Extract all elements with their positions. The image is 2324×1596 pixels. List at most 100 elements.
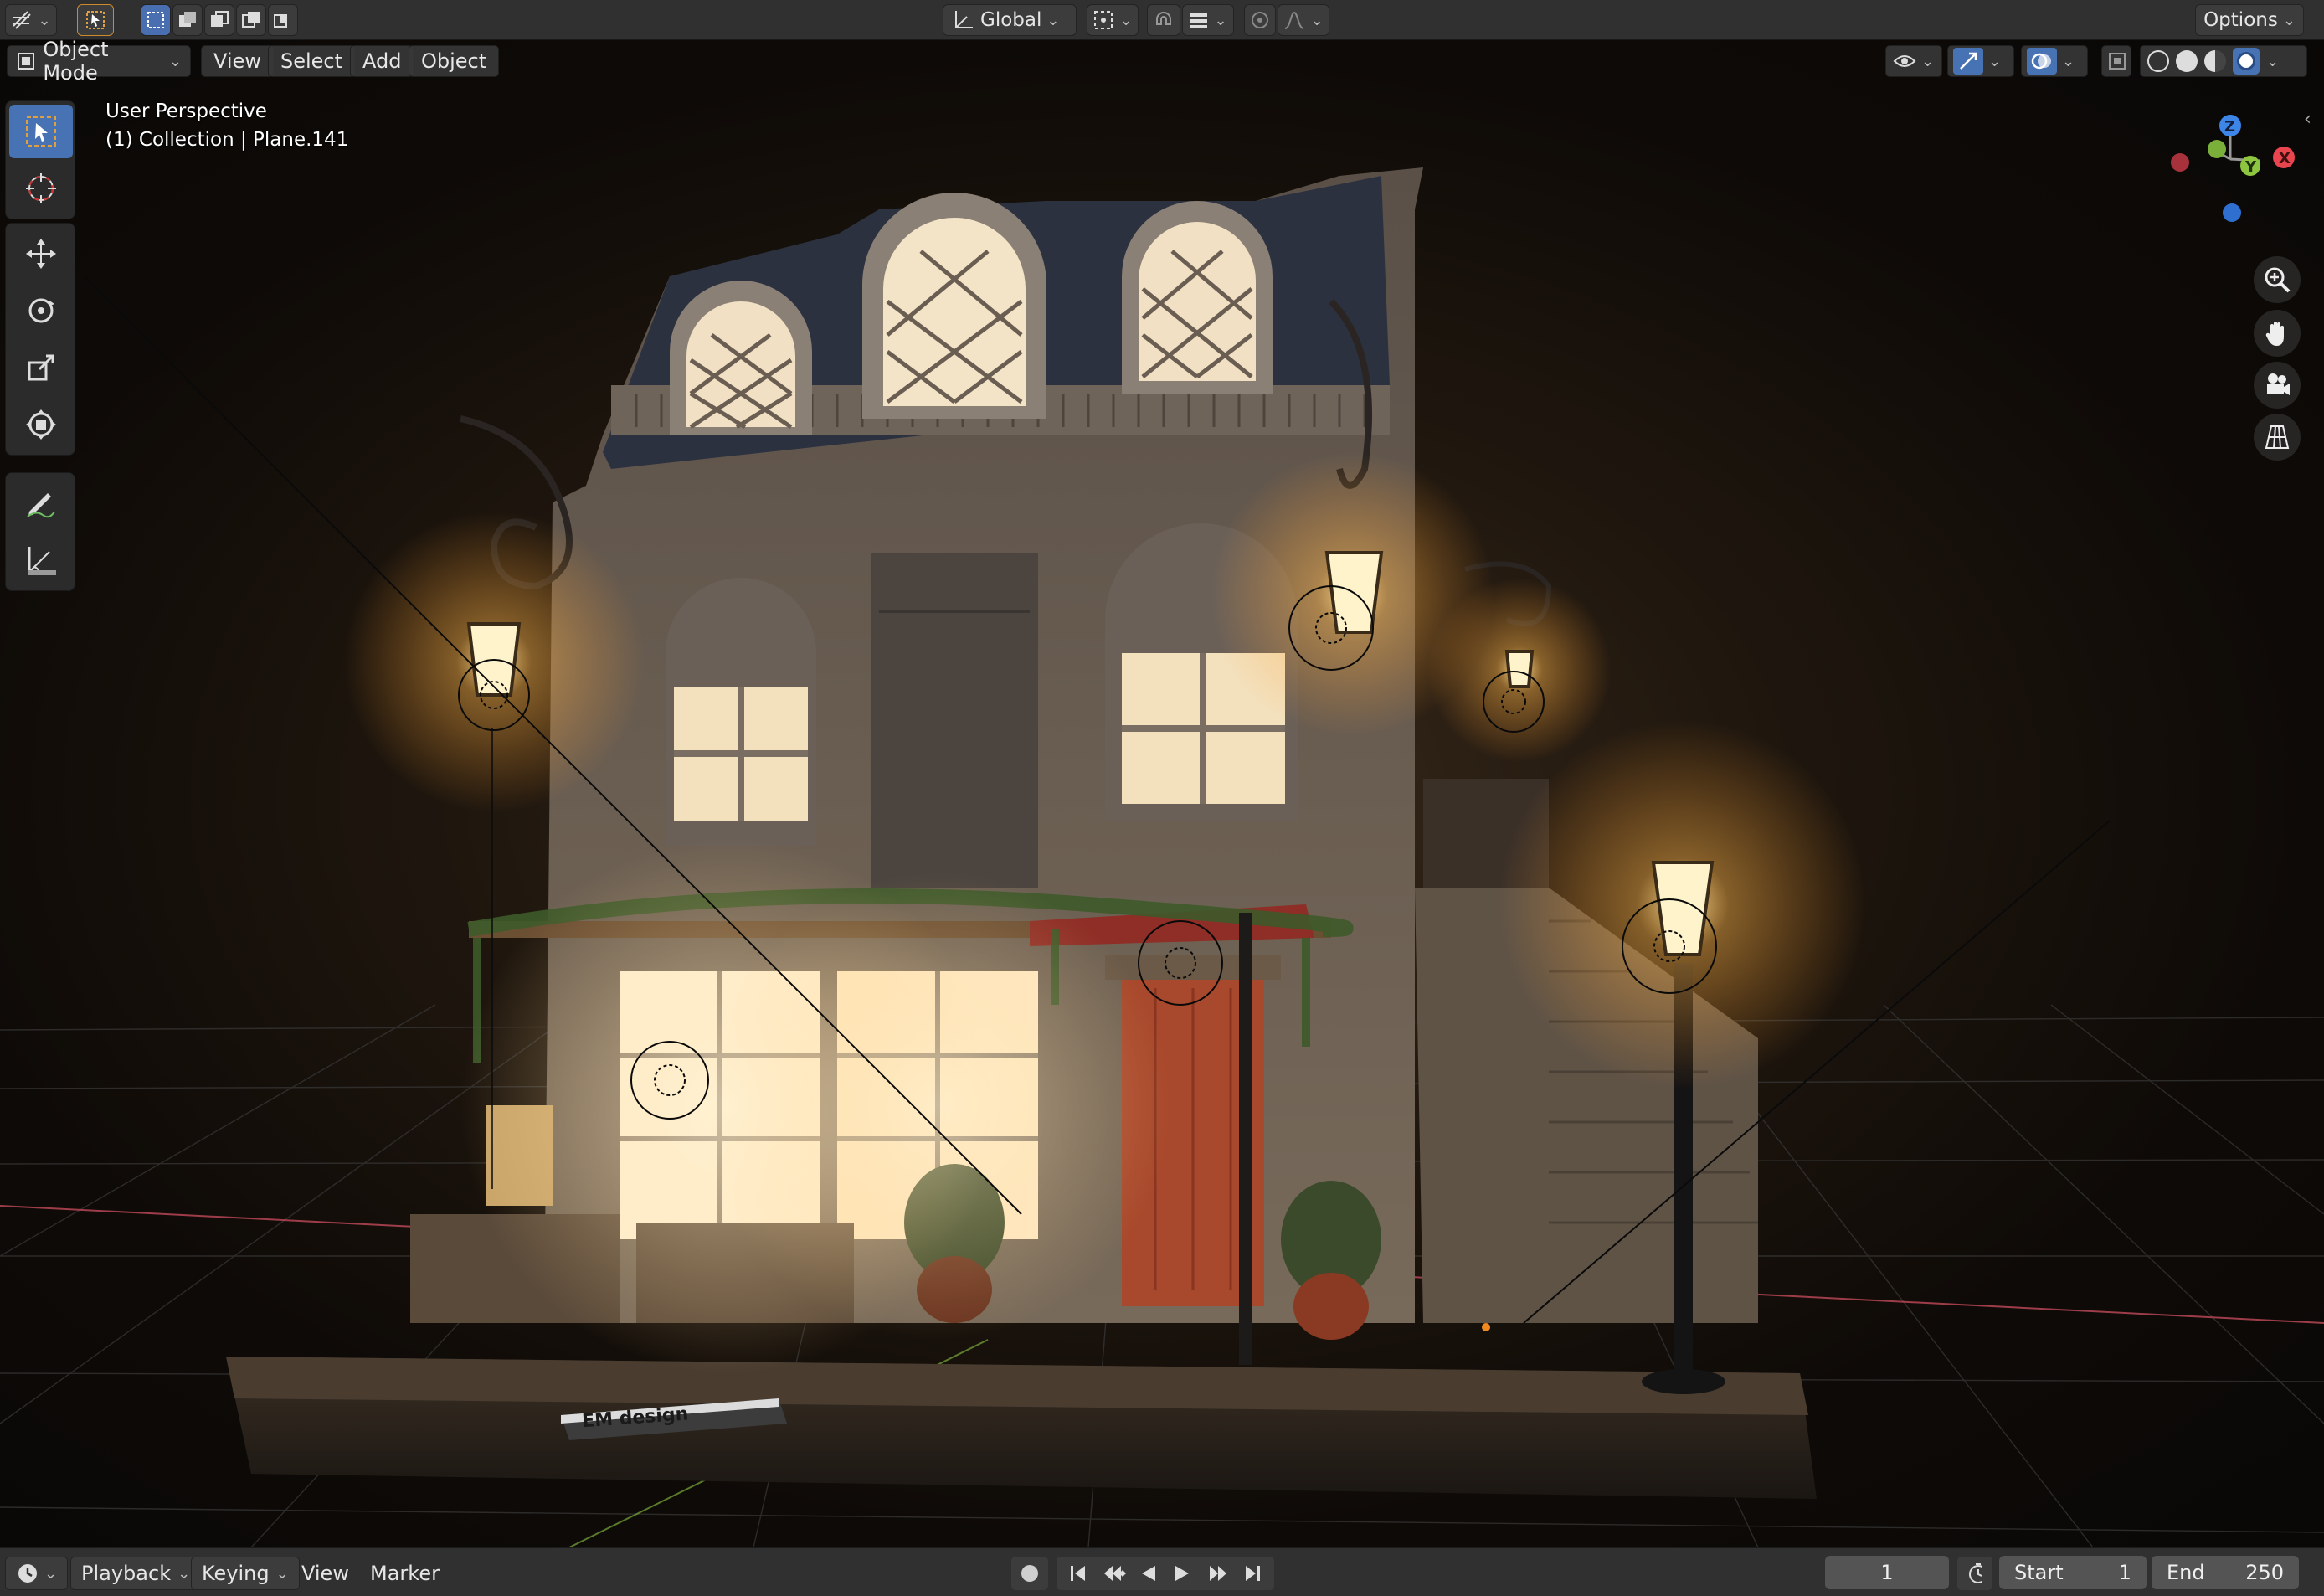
next-keyframe-icon[interactable]	[1205, 1563, 1230, 1583]
zoom-button[interactable]	[2254, 256, 2301, 303]
select-new-button[interactable]	[141, 4, 171, 36]
move-tool[interactable]	[9, 227, 73, 281]
visibility-dropdown[interactable]: ⌄	[1885, 45, 1942, 77]
menu-view[interactable]: View	[201, 45, 274, 77]
transform-orientation-label: Global	[980, 9, 1042, 31]
eye-icon	[1893, 55, 1916, 67]
navigation-gizmo[interactable]: Z X Y	[2160, 99, 2311, 224]
current-frame-field[interactable]: 1	[1825, 1556, 1949, 1589]
orientation-axes-icon	[955, 11, 973, 28]
mode-dropdown[interactable]: Object Mode ⌄	[7, 40, 191, 85]
menu-object[interactable]: Object	[409, 45, 500, 77]
annotate-tool[interactable]	[9, 476, 73, 530]
end-frame-field[interactable]: End 250	[2152, 1556, 2299, 1589]
select-mode-button[interactable]	[77, 4, 114, 36]
select-intersect-button[interactable]	[268, 4, 298, 36]
select-difference-button[interactable]	[236, 4, 266, 36]
wireframe-shading-icon[interactable]	[2147, 50, 2169, 72]
select-box-icon	[26, 116, 56, 147]
lamp-post-left	[1239, 913, 1252, 1365]
rendered-shading-icon[interactable]	[2233, 48, 2260, 75]
keying-label: Keying	[202, 1562, 270, 1585]
play-icon[interactable]	[1172, 1563, 1192, 1583]
rotate-tool[interactable]	[9, 284, 73, 337]
snap-toggle[interactable]	[1147, 4, 1180, 36]
marker-menu[interactable]: Marker	[360, 1557, 450, 1590]
solid-shading-icon[interactable]	[2176, 50, 2198, 72]
render-scene[interactable]: EM design	[0, 40, 2324, 1547]
transform-icon	[26, 409, 56, 440]
chevron-down-icon: ⌄	[1310, 11, 1324, 29]
chevron-down-icon: ⌄	[38, 11, 51, 29]
chevron-down-icon: ⌄	[1046, 11, 1060, 29]
view-name-label: User Perspective	[105, 100, 267, 122]
scale-tool[interactable]	[9, 341, 73, 394]
start-value: 1	[2118, 1561, 2131, 1584]
pivot-point-dropdown[interactable]: ⌄	[1087, 4, 1139, 36]
play-reverse-icon[interactable]	[1139, 1563, 1159, 1583]
camera-view-button[interactable]	[2254, 362, 2301, 409]
playback-controls	[1057, 1557, 1274, 1590]
chevron-down-icon: ⌄	[177, 1564, 191, 1583]
object-mode-icon	[18, 53, 34, 70]
proportional-falloff-dropdown[interactable]: ⌄	[1278, 4, 1329, 36]
gizmo-neg-y	[2208, 140, 2226, 158]
transform-orientation-dropdown[interactable]: Global ⌄	[943, 4, 1077, 36]
move-arrows-icon	[26, 239, 56, 269]
ortho-toggle-button[interactable]	[2254, 414, 2301, 461]
chevron-down-icon: ⌄	[2282, 11, 2296, 29]
menu-add[interactable]: Add	[350, 45, 414, 77]
zoom-icon	[2265, 267, 2291, 293]
chevron-down-icon: ⌄	[1921, 52, 1935, 70]
magnet-icon	[1156, 12, 1171, 25]
auto-keying-button[interactable]	[1011, 1557, 1048, 1590]
gizmo-neg-z	[2223, 203, 2241, 222]
select-extend-button[interactable]	[172, 4, 203, 36]
cursor-tool[interactable]	[9, 162, 73, 215]
3d-viewport[interactable]: EM design User Perspective (1) Collectio…	[0, 40, 2324, 1547]
grid-ortho-icon	[2265, 425, 2290, 449]
gizmo-x-label: X	[2279, 150, 2291, 167]
gizmo-toggle[interactable]: ⌄	[1947, 45, 2014, 77]
snap-target-dropdown[interactable]: ⌄	[1182, 4, 1234, 36]
overlays-toggle[interactable]: ⌄	[2021, 45, 2088, 77]
end-label: End	[2167, 1561, 2205, 1584]
collection-info-label: (1) Collection | Plane.141	[105, 129, 349, 151]
start-frame-field[interactable]: Start 1	[1999, 1556, 2147, 1589]
chevron-down-icon: ⌄	[2062, 52, 2075, 70]
timeline-view-menu[interactable]: View	[291, 1557, 359, 1590]
prev-keyframe-icon[interactable]	[1101, 1563, 1126, 1583]
editor-type-button[interactable]: ⌄	[5, 4, 57, 36]
chevron-down-icon: ⌄	[44, 1564, 58, 1583]
playback-menu[interactable]: Playback ⌄	[70, 1557, 202, 1590]
top-header: ⌄ Global ⌄ ⌄ ⌄ ⌄ Options ⌄	[0, 0, 2324, 40]
jump-start-icon[interactable]	[1068, 1563, 1088, 1583]
sidebar-toggle-arrow[interactable]: ‹	[2304, 109, 2311, 130]
xray-toggle[interactable]	[2101, 45, 2131, 77]
transform-tool[interactable]	[9, 398, 73, 451]
end-value: 250	[2245, 1561, 2284, 1584]
clock-icon	[18, 1564, 37, 1583]
proportional-edit-toggle[interactable]	[1244, 4, 1276, 36]
options-dropdown[interactable]: Options ⌄	[2195, 4, 2304, 36]
keying-menu[interactable]: Keying ⌄	[191, 1557, 300, 1590]
menu-select[interactable]: Select	[268, 45, 356, 77]
jump-end-icon[interactable]	[1242, 1563, 1262, 1583]
editor-type-icon	[13, 11, 32, 29]
toolbar-select-group	[5, 100, 75, 219]
timeline-header: ⌄ Playback ⌄ Keying ⌄ View Marker 1 Star…	[0, 1547, 2324, 1596]
chevron-down-icon: ⌄	[1214, 11, 1227, 29]
material-shading-icon[interactable]	[2204, 50, 2226, 72]
scale-icon	[28, 354, 54, 381]
measure-tool[interactable]	[9, 533, 73, 587]
chevron-down-icon: ⌄	[2266, 52, 2280, 70]
select-box-tool[interactable]	[9, 105, 73, 158]
select-intersect-icon	[274, 14, 287, 28]
pan-button[interactable]	[2254, 310, 2301, 357]
select-new-icon	[147, 12, 164, 28]
preview-range-button[interactable]	[1957, 1557, 1992, 1590]
select-subtract-button[interactable]	[204, 4, 234, 36]
shading-mode-group[interactable]: ⌄	[2140, 45, 2307, 77]
timeline-editor-type[interactable]: ⌄	[5, 1557, 69, 1590]
toolbar-transform-group	[5, 223, 75, 456]
